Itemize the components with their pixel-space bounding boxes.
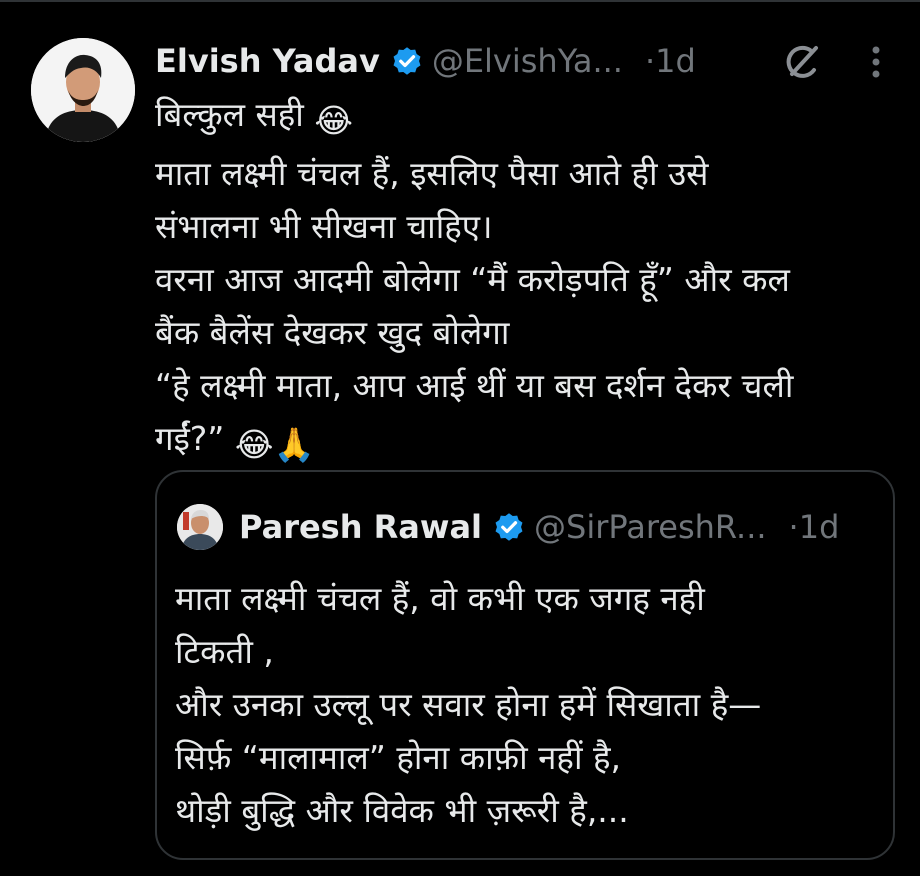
author-handle[interactable]: @ElvishYa... bbox=[432, 42, 623, 80]
time-value: 1d bbox=[655, 42, 696, 80]
quoted-author-name[interactable]: Paresh Rawal bbox=[239, 508, 482, 546]
more-options-icon[interactable] bbox=[862, 42, 890, 82]
time-separator: · bbox=[644, 42, 656, 80]
folded-hands-emoji: 🙏 bbox=[273, 425, 315, 464]
quoted-tweet-card[interactable]: Paresh Rawal @SirPareshR... ·1d माता लक्… bbox=[155, 470, 895, 860]
quoted-tweet-line: और उनका उल्लू पर सवार होना हमें सिखाता ह… bbox=[175, 685, 762, 724]
laughing-emoji: 😂 bbox=[234, 425, 274, 464]
quoted-tweet-line: माता लक्ष्मी चंचल हैं, वो कभी एक जगह नही bbox=[175, 579, 705, 618]
verified-badge-icon bbox=[492, 510, 526, 544]
quoted-author-handle[interactable]: @SirPareshR... bbox=[534, 508, 767, 546]
tweet-line: माता लक्ष्मी चंचल हैं, इसलिए पैसा आते ही… bbox=[155, 154, 709, 193]
quoted-tweet-header: Paresh Rawal @SirPareshR... ·1d bbox=[239, 502, 879, 552]
tweet-line: वरना आज आदमी बोलेगा “मैं करोड़पति हूँ” औ… bbox=[155, 260, 790, 299]
quoted-tweet-line: टिकती , bbox=[175, 632, 274, 671]
quoted-author-avatar[interactable] bbox=[177, 504, 223, 550]
time-separator: · bbox=[788, 508, 799, 546]
tweet-line: बिल्कुल सही 😂 bbox=[155, 88, 885, 147]
author-avatar[interactable] bbox=[31, 38, 135, 142]
quoted-tweet-line: थोड़ी बुद्धि और विवेक भी ज़रूरी है,... bbox=[175, 791, 629, 830]
grok-icon[interactable] bbox=[780, 40, 824, 84]
top-divider bbox=[0, 0, 920, 2]
timestamp[interactable]: ·1d bbox=[645, 42, 696, 80]
author-name[interactable]: Elvish Yadav bbox=[155, 42, 380, 80]
quoted-tweet-line: सिर्फ़ “मालामाल” होना काफ़ी नहीं है, bbox=[175, 738, 622, 777]
tweet-line: संभालना भी सीखना चाहिए। bbox=[155, 207, 493, 246]
verified-badge-icon bbox=[390, 44, 424, 78]
quoted-tweet-text: माता लक्ष्मी चंचल हैं, वो कभी एक जगह नही… bbox=[175, 572, 875, 837]
quoted-timestamp[interactable]: ·1d bbox=[789, 508, 840, 546]
time-value: 1d bbox=[798, 508, 840, 546]
laughing-emoji: 😂 bbox=[314, 101, 353, 140]
tweet-line: बैंक बैलेंस देखकर खुद बोलेगा bbox=[155, 313, 510, 352]
tweet-line: गईं?” 😂🙏 bbox=[155, 412, 885, 471]
tweet-line: “हे लक्ष्मी माता, आप आई थीं या बस दर्शन … bbox=[155, 366, 794, 405]
tweet-text: बिल्कुल सही 😂 माता लक्ष्मी चंचल हैं, इसल… bbox=[155, 88, 885, 471]
